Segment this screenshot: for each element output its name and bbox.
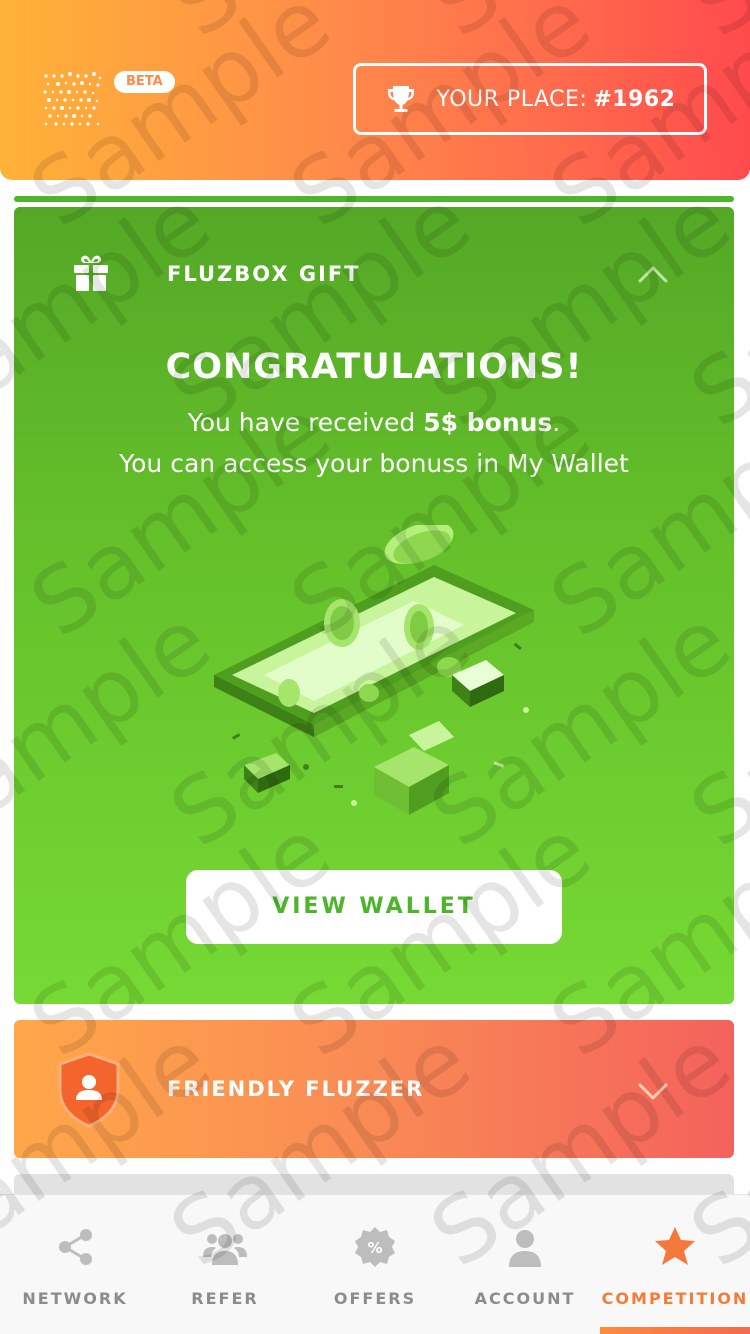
nav-item-refer[interactable]: REFER (150, 1195, 300, 1334)
gift-icon (74, 255, 108, 291)
bottom-navigation: NETWORK REFER % OFFERS ACCOUNT COMPETITI… (0, 1194, 750, 1334)
chevron-down-icon[interactable] (636, 1080, 670, 1102)
star-icon (655, 1227, 695, 1265)
beta-badge: BETA (114, 71, 175, 93)
card-title: FLUZBOX GIFT (167, 262, 361, 286)
phone-coins-illustration (214, 525, 534, 815)
bonus-message-prefix: You have received (187, 408, 424, 437)
nav-item-network[interactable]: NETWORK (0, 1195, 150, 1334)
network-icon (59, 1229, 92, 1265)
nav-item-competition[interactable]: COMPETITION (600, 1195, 750, 1334)
percent-badge-icon: % (355, 1227, 395, 1267)
card-title: FRIENDLY FLUZZER (167, 1077, 425, 1101)
fluzbox-gift-card: FLUZBOX GIFT CONGRATULATIONS! You have r… (14, 207, 734, 1004)
bonus-message: You have received 5$ bonus. You can acce… (14, 402, 734, 484)
your-place-button[interactable]: YOUR PLACE: #1962 (353, 63, 707, 135)
view-wallet-button[interactable]: VIEW WALLET (186, 870, 562, 944)
app-header: BETA YOUR PLACE: #1962 (0, 0, 750, 180)
person-icon (509, 1230, 541, 1267)
your-place-value: #1962 (593, 86, 676, 112)
nav-label: COMPETITION (601, 1289, 749, 1308)
chevron-up-icon[interactable] (636, 263, 670, 285)
trophy-icon (387, 86, 414, 112)
nav-item-account[interactable]: ACCOUNT (450, 1195, 600, 1334)
shield-user-icon (58, 1052, 120, 1128)
active-tab-indicator (600, 1327, 750, 1334)
group-icon (203, 1234, 247, 1265)
fluz-logo (43, 72, 102, 126)
nav-label: REFER (191, 1289, 259, 1308)
nav-label: ACCOUNT (474, 1289, 576, 1308)
nav-item-offers[interactable]: % OFFERS (300, 1195, 450, 1334)
bonus-amount: 5$ bonus (423, 408, 553, 437)
svg-text:%: % (367, 1239, 382, 1257)
bonus-message-suffix: . (552, 408, 561, 437)
bonus-message-line-2: You can access your bonuss in My Wallet (119, 449, 629, 478)
friendly-fluzzer-card[interactable]: FRIENDLY FLUZZER (14, 1020, 734, 1158)
nav-label: OFFERS (333, 1289, 417, 1308)
congratulations-heading: CONGRATULATIONS! (165, 347, 583, 387)
nav-label: NETWORK (22, 1289, 128, 1308)
progress-bar (14, 196, 734, 202)
bonus-message-line-1: You have received 5$ bonus. (14, 402, 734, 443)
progress-bar-fill (14, 196, 734, 202)
your-place-label: YOUR PLACE: (436, 86, 588, 112)
